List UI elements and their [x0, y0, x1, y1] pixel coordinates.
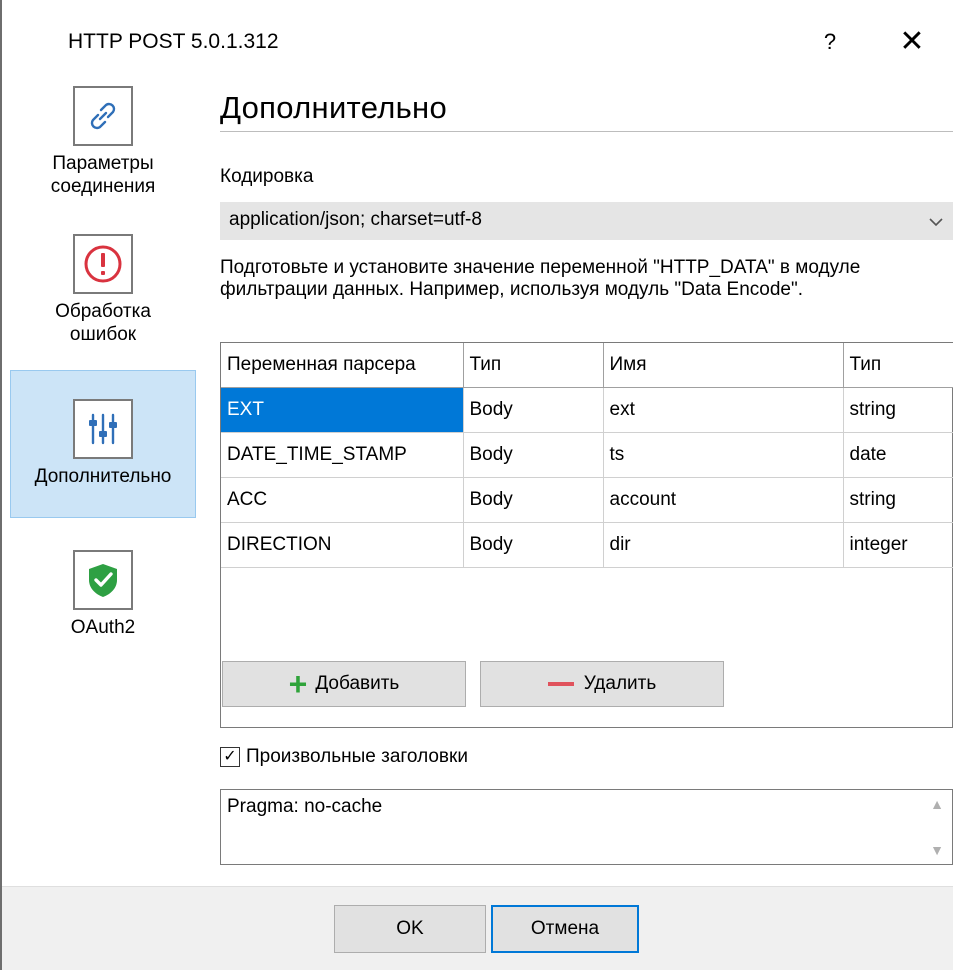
remove-button[interactable]: Удалить	[480, 661, 724, 707]
table-cell[interactable]: ext	[603, 387, 844, 433]
checkbox-icon[interactable]: ✓	[220, 747, 240, 767]
sidebar-item-advanced[interactable]: Дополнительно	[10, 370, 196, 518]
error-icon	[73, 234, 133, 294]
table-row[interactable]: DIRECTION Body dir integer	[221, 522, 953, 568]
table-cell[interactable]: Body	[463, 477, 604, 523]
shield-check-icon	[73, 550, 133, 610]
scroll-down-icon[interactable]: ▼	[922, 838, 952, 862]
encoding-select[interactable]: application/json; charset=utf-8	[220, 202, 953, 240]
custom-headers-label: Произвольные заголовки	[246, 746, 468, 767]
table-cell[interactable]: Body	[463, 387, 604, 433]
table-cell[interactable]: Body	[463, 522, 604, 568]
title-divider	[220, 131, 953, 132]
custom-headers-textarea[interactable]: Pragma: no-cache ▲ ▼	[220, 789, 953, 865]
sidebar: Параметры соединения Обработка ошибок До…	[2, 86, 210, 716]
column-header[interactable]: Имя	[603, 343, 844, 388]
add-button[interactable]: + Добавить	[222, 661, 466, 707]
window-title: HTTP POST 5.0.1.312	[68, 30, 279, 53]
ok-button[interactable]: OK	[334, 905, 486, 953]
plus-icon: +	[288, 666, 308, 702]
textarea-scrollbar[interactable]: ▲ ▼	[922, 790, 952, 864]
column-header[interactable]: Переменная парсера	[221, 343, 464, 388]
chevron-down-icon	[928, 207, 944, 242]
help-button[interactable]: ?	[810, 20, 850, 64]
table-cell[interactable]: DATE_TIME_STAMP	[221, 432, 464, 478]
table-header-row: Переменная парсера Тип Имя Тип	[221, 343, 953, 388]
custom-headers-checkbox[interactable]: ✓ Произвольные заголовки	[220, 746, 468, 768]
cancel-button[interactable]: Отмена	[491, 905, 639, 953]
hint-text: Подготовьте и установите значение переме…	[220, 257, 861, 300]
minus-icon	[547, 682, 574, 686]
table-cell[interactable]: string	[843, 477, 953, 523]
sidebar-item-errors[interactable]: Обработка ошибок	[10, 234, 196, 364]
column-header[interactable]: Тип	[463, 343, 604, 388]
table-cell[interactable]: account	[603, 477, 844, 523]
sidebar-item-label: Обработка ошибок	[55, 301, 151, 345]
sidebar-item-label: OAuth2	[70, 617, 136, 638]
table-cell[interactable]: date	[843, 432, 953, 478]
sidebar-item-connection[interactable]: Параметры соединения	[10, 86, 196, 226]
cancel-button-label: Отмена	[530, 918, 600, 939]
table-cell[interactable]: ACC	[221, 477, 464, 523]
table-row[interactable]: DATE_TIME_STAMP Body ts date	[221, 432, 953, 478]
remove-button-label: Удалить	[583, 673, 657, 694]
link-icon	[73, 86, 133, 146]
encoding-value: application/json; charset=utf-8	[229, 209, 482, 230]
table-cell[interactable]: EXT	[221, 387, 464, 433]
custom-headers-value: Pragma: no-cache	[227, 796, 383, 817]
dialog-footer: OK Отмена	[2, 886, 953, 970]
sidebar-item-oauth2[interactable]: OAuth2	[10, 550, 196, 660]
table-cell[interactable]: Body	[463, 432, 604, 478]
ok-button-label: OK	[396, 918, 424, 939]
add-button-label: Добавить	[315, 673, 400, 694]
close-button[interactable]: ✕	[882, 20, 942, 64]
table-cell[interactable]: dir	[603, 522, 844, 568]
sidebar-item-label: Параметры соединения	[50, 153, 156, 197]
encoding-label: Кодировка	[220, 166, 314, 187]
table-cell[interactable]: string	[843, 387, 953, 433]
table-cell[interactable]: ts	[603, 432, 844, 478]
column-header[interactable]: Тип	[843, 343, 953, 388]
table-row[interactable]: ACC Body account string	[221, 477, 953, 523]
dialog-window: HTTP POST 5.0.1.312 ? ✕ Параметры соедин…	[0, 0, 953, 970]
scroll-up-icon[interactable]: ▲	[922, 792, 952, 816]
sidebar-item-label: Дополнительно	[34, 466, 172, 487]
title-bar: HTTP POST 5.0.1.312 ? ✕	[2, 0, 953, 86]
sliders-icon	[73, 399, 133, 459]
table-cell[interactable]: DIRECTION	[221, 522, 464, 568]
page-title: Дополнительно	[220, 90, 448, 125]
table-cell[interactable]: integer	[843, 522, 953, 568]
table-row[interactable]: EXT Body ext string	[221, 387, 953, 433]
